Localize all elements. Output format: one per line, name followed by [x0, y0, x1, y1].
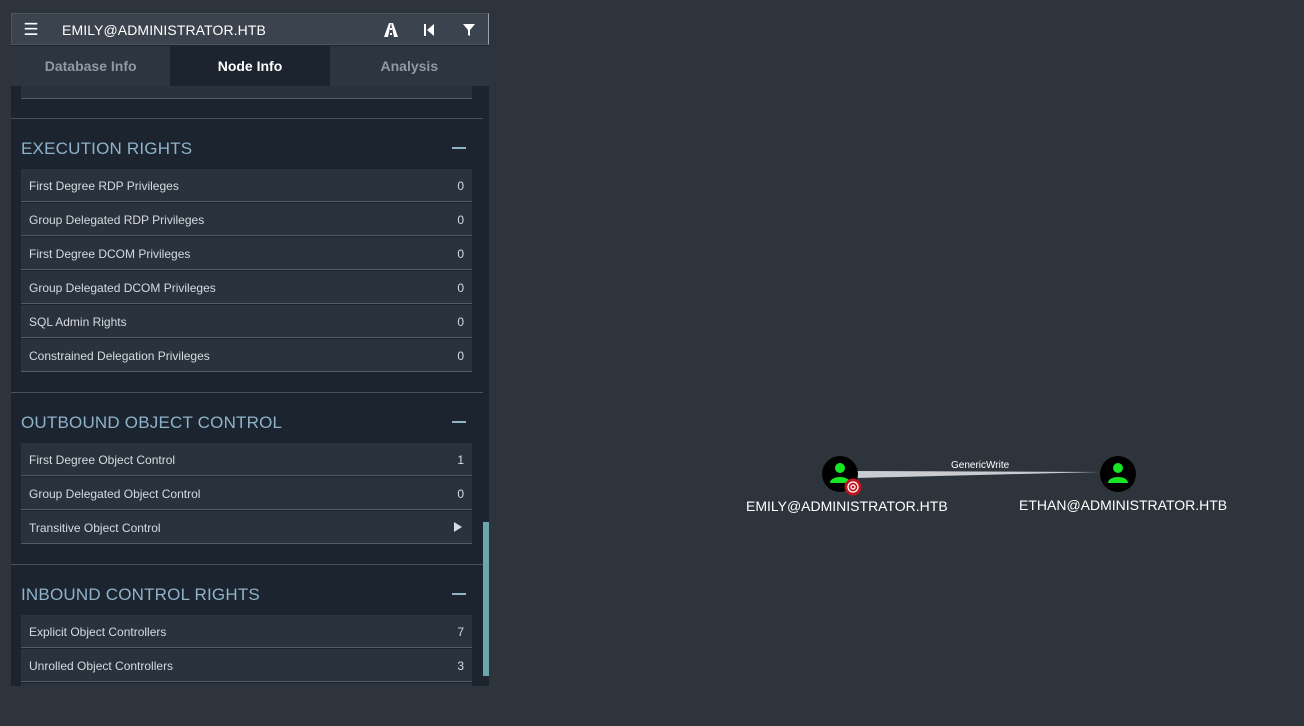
- search-input[interactable]: EMILY@ADMINISTRATOR.HTB: [62, 22, 266, 38]
- list-item[interactable]: Unrolled Object Controllers 3: [21, 649, 472, 682]
- filter-button[interactable]: [458, 20, 480, 40]
- row-label: First Degree Object Control: [29, 453, 176, 467]
- list-item[interactable]: Transitive Object Control: [21, 511, 472, 544]
- scrollbar-thumb[interactable]: [483, 522, 489, 676]
- graph-edge[interactable]: [856, 471, 1100, 478]
- user-icon: [1100, 456, 1136, 492]
- section-title-inbound-control-rights: INBOUND CONTROL RIGHTS: [21, 585, 260, 604]
- row-label: Constrained Delegation Privileges: [29, 349, 210, 363]
- back-button[interactable]: [418, 20, 440, 40]
- row-label: SQL Admin Rights: [29, 315, 127, 329]
- list-item[interactable]: SQL Admin Rights 0: [21, 305, 472, 338]
- hamburger-icon: ☰: [23, 20, 39, 39]
- list-item[interactable]: [21, 86, 472, 99]
- graph-node-ethan[interactable]: [1100, 456, 1136, 492]
- list-item[interactable]: First Degree RDP Privileges 0: [21, 169, 472, 202]
- edge-label: GenericWrite: [951, 460, 1010, 471]
- node-label: EMILY@ADMINISTRATOR.HTB: [746, 498, 948, 514]
- list-item[interactable]: First Degree DCOM Privileges 0: [21, 237, 472, 270]
- node-info-content: EXECUTION RIGHTS First Degree RDP Privil…: [11, 86, 483, 686]
- row-count: 3: [457, 659, 464, 673]
- row-label: Group Delegated Object Control: [29, 487, 201, 501]
- collapse-icon[interactable]: [452, 421, 466, 423]
- list-item[interactable]: Constrained Delegation Privileges 0: [21, 339, 472, 372]
- row-count: 0: [457, 179, 464, 193]
- list-item[interactable]: Group Delegated DCOM Privileges 0: [21, 271, 472, 304]
- row-label: Explicit Object Controllers: [29, 625, 167, 639]
- menu-button[interactable]: ☰: [12, 14, 50, 46]
- section-divider: [11, 392, 483, 393]
- list-item[interactable]: Group Delegated RDP Privileges 0: [21, 203, 472, 236]
- section-title-outbound-object-control: OUTBOUND OBJECT CONTROL: [21, 413, 283, 432]
- list-item[interactable]: First Degree Object Control 1: [21, 443, 472, 476]
- panel-tabs: Database Info Node Info Analysis: [11, 46, 489, 86]
- graph-node-emily[interactable]: [822, 456, 862, 496]
- list-item[interactable]: [21, 683, 472, 686]
- tab-analysis[interactable]: Analysis: [330, 46, 489, 86]
- collapse-icon[interactable]: [452, 593, 466, 595]
- row-count: 1: [457, 453, 464, 467]
- row-label: First Degree RDP Privileges: [29, 179, 179, 193]
- row-label: First Degree DCOM Privileges: [29, 247, 191, 261]
- row-count: 0: [457, 487, 464, 501]
- row-count: 0: [457, 213, 464, 227]
- list-item[interactable]: Explicit Object Controllers 7: [21, 615, 472, 648]
- pathfinding-button[interactable]: [380, 20, 402, 40]
- section-divider: [11, 564, 483, 565]
- back-icon: [424, 24, 434, 36]
- row-label: Group Delegated DCOM Privileges: [29, 281, 216, 295]
- row-label: Unrolled Object Controllers: [29, 659, 174, 673]
- tab-database-info[interactable]: Database Info: [11, 46, 170, 86]
- row-count: 7: [457, 625, 464, 639]
- target-icon: [844, 478, 862, 496]
- collapse-icon[interactable]: [452, 147, 466, 149]
- list-item[interactable]: Group Delegated Object Control 0: [21, 477, 472, 510]
- row-count: 0: [457, 281, 464, 295]
- section-divider: [11, 118, 483, 119]
- node-info-panel: ☰ EMILY@ADMINISTRATOR.HTB Database Info …: [11, 13, 489, 686]
- play-icon: [454, 522, 462, 532]
- filter-icon: [463, 24, 475, 36]
- tab-node-info[interactable]: Node Info: [170, 46, 330, 86]
- row-count: 0: [457, 247, 464, 261]
- row-label: Group Delegated RDP Privileges: [29, 213, 205, 227]
- pathfinding-icon: [384, 23, 398, 37]
- search-bar: ☰ EMILY@ADMINISTRATOR.HTB: [11, 13, 489, 45]
- node-label: ETHAN@ADMINISTRATOR.HTB: [1019, 497, 1228, 513]
- row-count: 0: [457, 349, 464, 363]
- section-title-execution-rights: EXECUTION RIGHTS: [21, 139, 193, 158]
- row-count: 0: [457, 315, 464, 329]
- row-label: Transitive Object Control: [29, 521, 161, 535]
